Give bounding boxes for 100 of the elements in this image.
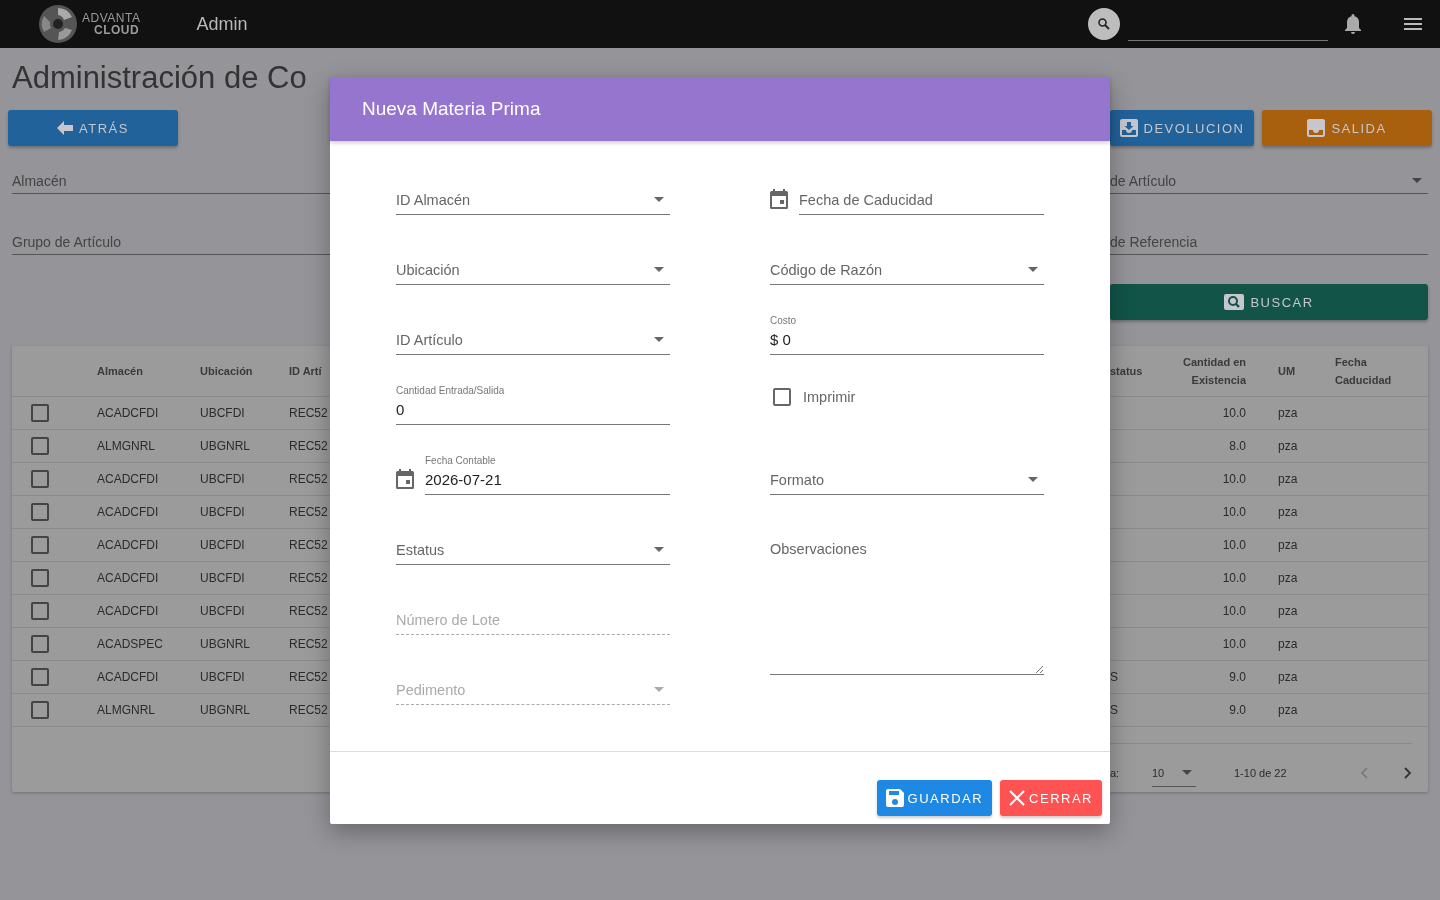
back-button[interactable]: ATRÁS bbox=[8, 110, 178, 146]
dropdown-caret-icon bbox=[654, 197, 664, 202]
table-cell-text: REC52 bbox=[288, 439, 329, 453]
page-range: 1-10 de 22 bbox=[1234, 767, 1287, 779]
table-cell-text: ACADCFDI bbox=[96, 571, 160, 585]
table-cell-text: UBCFDI bbox=[199, 472, 246, 486]
table-cell-text: ACADCFDI bbox=[96, 670, 160, 684]
resize-grip-icon[interactable] bbox=[1035, 665, 1043, 673]
table-cell-text: pza bbox=[1277, 604, 1299, 618]
table-cell-text: ALMGNRL bbox=[96, 439, 156, 453]
table-cell-text: REC52 bbox=[288, 604, 329, 618]
row-checkbox[interactable] bbox=[31, 569, 49, 587]
column-header[interactable]: Ubicación bbox=[185, 362, 276, 380]
text-field[interactable]: Grupo de Artículo bbox=[12, 229, 330, 255]
text-field[interactable]: de Referencia bbox=[1110, 229, 1428, 255]
date-field[interactable]: Fecha Contable 2026-07-21 bbox=[425, 455, 670, 495]
column-header[interactable]: Fecha Caducidad bbox=[1335, 353, 1405, 389]
dropdown-caret-icon bbox=[1028, 267, 1038, 272]
table-cell-text: 10.0 bbox=[1221, 637, 1247, 651]
chevron-right-icon[interactable] bbox=[1404, 767, 1412, 779]
table-cell-text: UBGNRL bbox=[199, 703, 251, 717]
table-cell-text: S bbox=[1110, 703, 1119, 717]
table-cell-text: 10.0 bbox=[1221, 571, 1247, 585]
text-field[interactable]: Costo $ 0 bbox=[770, 315, 1044, 355]
table-cell-text: pza bbox=[1277, 571, 1299, 585]
select-field[interactable]: Código de Razón bbox=[770, 252, 1044, 285]
table-cell-text: pza bbox=[1277, 472, 1299, 486]
row-checkbox[interactable] bbox=[31, 470, 49, 488]
row-checkbox[interactable] bbox=[31, 668, 49, 686]
select-field[interactable]: ID Almacén bbox=[396, 182, 670, 215]
text-field[interactable]: Cantidad Entrada/Salida 0 bbox=[396, 385, 670, 425]
close-button[interactable]: CERRAR bbox=[1000, 780, 1102, 816]
table-cell-text: pza bbox=[1277, 637, 1299, 651]
table-cell-text: REC52 bbox=[288, 571, 329, 585]
row-checkbox[interactable] bbox=[31, 701, 49, 719]
dropdown-caret-icon bbox=[654, 547, 664, 552]
menu-icon[interactable] bbox=[1404, 18, 1422, 30]
table-cell-text: REC52 bbox=[288, 670, 329, 684]
dropdown-caret-icon bbox=[654, 267, 664, 272]
row-checkbox[interactable] bbox=[31, 404, 49, 422]
dropdown-caret-icon bbox=[1182, 770, 1192, 775]
column-header[interactable]: ID Artí bbox=[276, 362, 330, 380]
select-field[interactable]: ID Artículo bbox=[396, 322, 670, 355]
row-checkbox[interactable] bbox=[31, 437, 49, 455]
row-checkbox[interactable] bbox=[31, 635, 49, 653]
dropdown-caret-icon bbox=[654, 687, 664, 692]
select-field[interactable]: Ubicación bbox=[396, 252, 670, 285]
return-button[interactable]: DEVOLUCION bbox=[1110, 110, 1254, 146]
select-field[interactable]: Formato bbox=[770, 462, 1044, 495]
row-checkbox[interactable] bbox=[31, 536, 49, 554]
table-cell-text: REC52 bbox=[288, 538, 329, 552]
table-cell-text: ACADCFDI bbox=[96, 472, 160, 486]
table-cell-text: UBGNRL bbox=[199, 439, 251, 453]
search-button[interactable]: BUSCAR bbox=[1110, 284, 1428, 320]
exit-button[interactable]: SALIDA bbox=[1262, 110, 1432, 146]
table-cell-text: REC52 bbox=[288, 703, 329, 717]
tray-download-icon bbox=[1119, 119, 1138, 137]
column-header[interactable]: status bbox=[1110, 362, 1170, 380]
table-cell-text: 10.0 bbox=[1221, 406, 1247, 420]
table-cell-text: pza bbox=[1277, 439, 1299, 453]
textarea-field[interactable]: Observaciones bbox=[770, 541, 1044, 675]
dialog-title: Nueva Materia Prima bbox=[330, 77, 1110, 141]
rows-per-page-label: a: bbox=[1110, 767, 1121, 779]
row-checkbox[interactable] bbox=[31, 503, 49, 521]
save-button[interactable]: GUARDAR bbox=[876, 780, 993, 816]
app-title: Admin bbox=[196, 13, 248, 35]
table-cell-text: ACADCFDI bbox=[96, 538, 160, 552]
dropdown-caret-icon bbox=[1028, 477, 1038, 482]
dropdown-caret-icon bbox=[1412, 178, 1422, 183]
table-cell-text: pza bbox=[1277, 670, 1299, 684]
select-field[interactable]: Estatus bbox=[396, 532, 670, 565]
select-field[interactable]: de Artículo bbox=[1110, 168, 1428, 194]
table-cell-text: UBCFDI bbox=[199, 505, 246, 519]
bell-icon[interactable] bbox=[1344, 13, 1362, 35]
table-cell-text: ACADCFDI bbox=[96, 505, 160, 519]
logo-icon bbox=[36, 4, 80, 44]
page-title: Administración de Co bbox=[12, 59, 307, 97]
search-button[interactable] bbox=[1088, 8, 1120, 40]
search-icon bbox=[1224, 294, 1245, 310]
table-cell-text: UBCFDI bbox=[199, 406, 246, 420]
column-header[interactable]: UM bbox=[1250, 362, 1335, 380]
date-field[interactable]: Fecha de Caducidad bbox=[799, 182, 1044, 215]
table-cell-text: UBCFDI bbox=[199, 604, 246, 618]
dropdown-caret-icon bbox=[654, 337, 664, 342]
table-cell-text: pza bbox=[1277, 406, 1299, 420]
table-cell-text: 10.0 bbox=[1221, 505, 1247, 519]
table-cell-text: ACADCFDI bbox=[96, 406, 160, 420]
calendar-icon bbox=[770, 189, 788, 209]
text-field[interactable]: Almacén bbox=[12, 168, 330, 194]
column-header[interactable]: Cantidad en Existencia bbox=[1176, 353, 1250, 389]
rows-per-page-select[interactable]: 10 bbox=[1152, 759, 1196, 787]
row-checkbox[interactable] bbox=[31, 602, 49, 620]
close-icon bbox=[1009, 790, 1026, 806]
table-cell-text: 10.0 bbox=[1221, 538, 1247, 552]
table-cell-text: ACADSPEC bbox=[96, 637, 165, 651]
table-cell-text: 9.0 bbox=[1228, 703, 1247, 717]
table-cell-text: ACADCFDI bbox=[96, 604, 160, 618]
table-cell-text: UBCFDI bbox=[199, 571, 246, 585]
checkbox[interactable] bbox=[773, 388, 791, 406]
column-header[interactable]: Almacén bbox=[82, 362, 185, 380]
